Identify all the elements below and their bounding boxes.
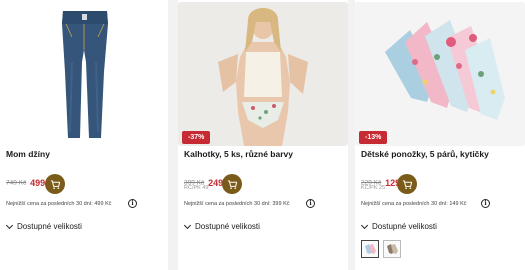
product-card-panties[interactable]: -37% Kalhotky, 5 ks, různé barvy 399 Kč … <box>178 0 348 270</box>
variant-swatch-2[interactable] <box>383 240 401 258</box>
chevron-down-icon <box>360 221 369 229</box>
lowest-price-note: Nejnižší cena za posledních 30 dní: 499 … <box>6 201 112 207</box>
info-icon[interactable]: i <box>306 199 315 208</box>
product-title[interactable]: Kalhotky, 5 ks, různé barvy <box>184 149 293 159</box>
unit-price: RČ/PK 49 <box>184 185 209 191</box>
info-icon[interactable]: i <box>481 199 490 208</box>
add-to-cart-button[interactable] <box>222 174 242 194</box>
sizes-label: Dostupné velikosti <box>372 222 437 231</box>
product-image[interactable]: -13% <box>355 2 525 146</box>
available-sizes-toggle[interactable]: Dostupné velikosti <box>183 221 260 231</box>
available-sizes-toggle[interactable]: Dostupné velikosti <box>360 221 437 231</box>
model-panties-image <box>178 2 348 146</box>
lowest-price-note: Nejnižší cena za posledních 30 dní: 399 … <box>184 201 290 207</box>
shopping-cart-icon <box>402 179 412 189</box>
old-price: 749 Kč <box>6 179 27 187</box>
variant-swatches <box>361 240 401 258</box>
add-to-cart-button[interactable] <box>397 174 417 194</box>
product-grid: Mom džíny 749 Kč 499 Kč Nejnižší cena za… <box>0 0 525 270</box>
product-title[interactable]: Mom džíny <box>6 149 50 159</box>
jeans-image <box>0 2 168 146</box>
socks-thumbnail-icon <box>365 244 376 254</box>
available-sizes-toggle[interactable]: Dostupné velikosti <box>5 221 82 231</box>
shopping-cart-icon <box>50 179 60 189</box>
info-icon[interactable]: i <box>128 199 137 208</box>
sizes-label: Dostupné velikosti <box>17 222 82 231</box>
shopping-cart-icon <box>227 179 237 189</box>
sizes-label: Dostupné velikosti <box>195 222 260 231</box>
product-image[interactable] <box>0 2 168 146</box>
discount-badge: -37% <box>182 131 211 144</box>
product-card-mom-jeans[interactable]: Mom džíny 749 Kč 499 Kč Nejnižší cena za… <box>0 0 168 270</box>
discount-badge: -13% <box>359 131 388 144</box>
chevron-down-icon <box>183 221 192 229</box>
variant-swatch-1[interactable] <box>361 240 379 258</box>
add-to-cart-button[interactable] <box>45 174 65 194</box>
unit-price: KČ/PK 25 <box>361 185 386 191</box>
product-title[interactable]: Dětské ponožky, 5 párů, kytičky <box>361 149 489 159</box>
chevron-down-icon <box>5 221 14 229</box>
product-card-kids-socks[interactable]: -13% Dětské ponožky, 5 párů, kytičky 229… <box>355 0 525 270</box>
lowest-price-note: Nejnižší cena za posledních 30 dní: 149 … <box>361 201 467 207</box>
socks-image <box>355 2 525 146</box>
socks-thumbnail-icon <box>387 244 398 254</box>
product-image[interactable]: -37% <box>178 2 348 146</box>
